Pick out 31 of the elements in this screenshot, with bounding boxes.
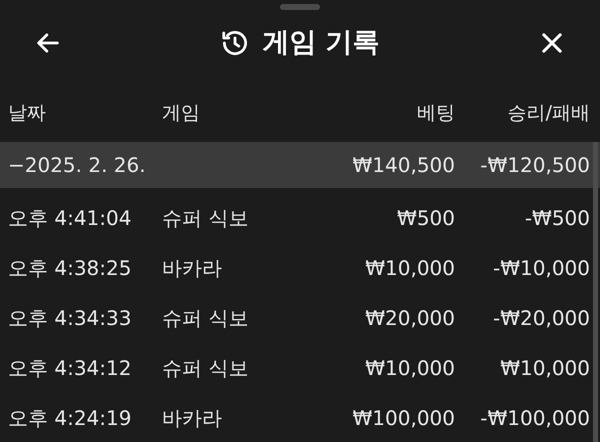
game-cell-text: 슈퍼 식보 [162, 305, 250, 332]
game-cell-text: 슈퍼 식보 [162, 355, 250, 382]
result-cell-text: -₩20,000 [492, 305, 590, 332]
result-cell-text: -₩500 [524, 205, 590, 232]
time-cell-text: 오후 4:34:12 [8, 355, 132, 382]
column-header: 날짜 [8, 100, 47, 126]
column-header: 게임 [162, 100, 201, 126]
bet-cell-text: ₩500 [396, 205, 455, 232]
game-cell-text: 슈퍼 식보 [162, 205, 250, 232]
scrollbar[interactable] [593, 142, 598, 442]
bet-cell-text: ₩140,500 [352, 152, 455, 179]
result-cell-text: -₩100,000 [479, 405, 590, 432]
time-cell-text: 오후 4:34:33 [8, 305, 132, 332]
bet-cell-text: ₩100,000 [352, 405, 455, 432]
date-cell-text: −2025. 2. 26. [8, 152, 147, 179]
bet-cell-text: ₩10,000 [364, 355, 455, 382]
game-cell-text: 바카라 [162, 405, 223, 432]
time-cell-text: 오후 4:41:04 [8, 205, 132, 232]
drag-handle[interactable] [280, 4, 320, 10]
result-cell-text: ₩10,000 [499, 355, 590, 382]
column-header: 승리/패배 [506, 100, 590, 126]
date-group-row[interactable]: −2025. 2. 26. ₩140,500 -₩120,500 [0, 142, 600, 188]
result-cell-text: -₩10,000 [492, 255, 590, 282]
time-cell-text: 오후 4:38:25 [8, 255, 132, 282]
column-header: 베팅 [416, 100, 455, 126]
window-title: 게임 기록 [262, 26, 380, 60]
result-cell-text: -₩120,500 [479, 152, 590, 179]
time-cell-text: 오후 4:24:19 [8, 405, 132, 432]
bet-cell-text: ₩10,000 [364, 255, 455, 282]
bet-cell-text: ₩20,000 [364, 305, 455, 332]
game-cell-text: 바카라 [162, 255, 223, 282]
